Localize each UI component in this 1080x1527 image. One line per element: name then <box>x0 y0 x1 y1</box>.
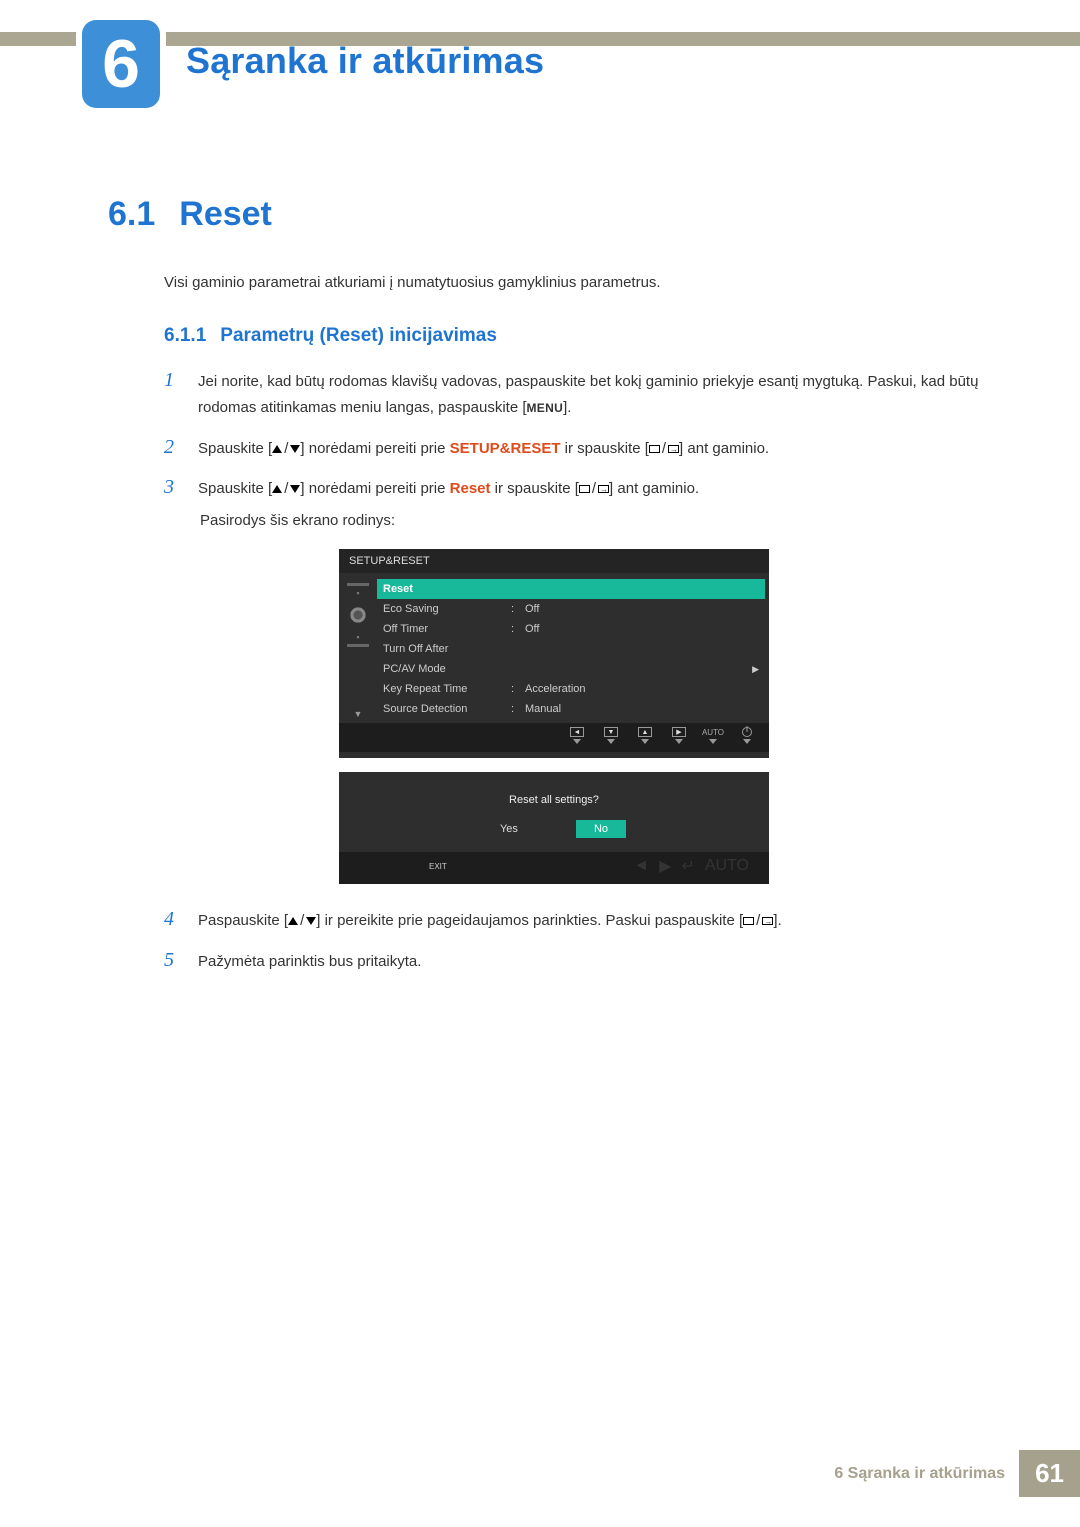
step-4: 4 Paspauskite [ / ] ir pereikite prie pa… <box>164 908 1000 934</box>
section-intro-text: Visi gaminio parametrai atkuriami į numa… <box>164 274 1000 291</box>
confirm-yes: Yes <box>482 820 536 838</box>
step-text: Spauskite [ / ] norėdami pereiti prie Re… <box>198 476 699 502</box>
target-label: SETUP&RESET <box>450 440 561 457</box>
nav-exit: EXIT <box>429 862 447 871</box>
section-heading: 6.1 Reset <box>108 195 1000 234</box>
subsection-number: 6.1.1 <box>164 325 206 347</box>
step-text-part: Jei norite, kad būtų rodomas klavišų vad… <box>198 373 978 416</box>
up-down-icon: / <box>288 908 316 934</box>
step-1: 1 Jei norite, kad būtų rodomas klavišų v… <box>164 369 1000 422</box>
nav-up-icon: ▲ <box>633 727 657 744</box>
step-text: Paspauskite [ / ] ir pereikite prie page… <box>198 908 782 934</box>
chevron-down-icon: ▼ <box>354 709 363 719</box>
chapter-title: Sąranka ir atkūrimas <box>186 40 544 82</box>
step-number: 3 <box>164 476 180 498</box>
osd-row-key-repeat: Key Repeat Time:Acceleration <box>377 679 765 699</box>
step-5: 5 Pažymėta parinktis bus pritaikyta. <box>164 949 1000 975</box>
step-text: Pažymėta parinktis bus pritaikyta. <box>198 949 421 975</box>
footer-page-number: 61 <box>1019 1450 1080 1497</box>
step-number: 5 <box>164 949 180 971</box>
subsection-title: Parametrų (Reset) inicijavimas <box>220 325 497 347</box>
source-enter-icon: / <box>743 908 773 934</box>
step-text-part: ]. <box>773 912 781 929</box>
gear-icon <box>349 606 367 624</box>
step-2: 2 Spauskite [ / ] norėdami pereiti prie … <box>164 436 1000 462</box>
confirm-no: No <box>576 820 626 838</box>
step-text-part: Spauskite [ <box>198 480 272 497</box>
nav-auto: AUTO <box>701 728 725 744</box>
step-text-part: ir spauskite [ <box>561 440 649 457</box>
source-enter-icon: / <box>579 476 609 502</box>
osd-screenshot: SETUP&RESET ▪ ▪ ▼ Reset Eco Saving:Off O… <box>339 549 769 884</box>
up-down-icon: / <box>272 436 300 462</box>
step-text-part: ] ir pereikite prie pageidaujamos parink… <box>316 912 743 929</box>
osd-row-reset: Reset <box>377 579 765 599</box>
step-text: Jei norite, kad būtų rodomas klavišų vad… <box>198 369 1000 422</box>
source-enter-icon: / <box>649 436 679 462</box>
step-text-part: Paspauskite [ <box>198 912 288 929</box>
menu-label: MENU <box>527 401 564 415</box>
nav-down-icon: ▼ <box>599 727 623 744</box>
chevron-right-icon: ▶ <box>752 664 759 675</box>
chapter-number-badge: 6 <box>82 20 160 108</box>
section-title: Reset <box>179 195 272 234</box>
step-text-part: ir spauskite [ <box>491 480 579 497</box>
step-3-followup: Pasirodys šis ekrano rodinys: <box>200 512 1000 529</box>
subsection-heading: 6.1.1 Parametrų (Reset) inicijavimas <box>164 325 1000 347</box>
nav-right-icon: ▶ <box>667 727 691 744</box>
osd-row-source-detection: Source Detection:Manual <box>377 699 765 719</box>
nav-enter-icon: ↵ <box>681 856 694 876</box>
osd-confirm-panel: Reset all settings? Yes No EXIT ◄ ▶ ↵ AU… <box>339 772 769 884</box>
step-number: 1 <box>164 369 180 391</box>
step-text-part: ] ant gaminio. <box>609 480 699 497</box>
nav-right-icon: ▶ <box>659 856 671 876</box>
page-footer: 6 Sąranka ir atkūrimas 61 <box>818 1450 1080 1497</box>
step-number: 2 <box>164 436 180 458</box>
section-number: 6.1 <box>108 195 155 234</box>
confirm-message: Reset all settings? <box>339 772 769 820</box>
osd-nav-bar: ◄ ▼ ▲ ▶ AUTO <box>339 723 769 752</box>
step-number: 4 <box>164 908 180 930</box>
osd-row-eco-saving: Eco Saving:Off <box>377 599 765 619</box>
osd-confirm-nav: EXIT ◄ ▶ ↵ AUTO <box>339 852 769 884</box>
osd-row-pcav-mode: PC/AV Mode▶ <box>377 659 765 679</box>
nav-auto: AUTO <box>705 857 749 875</box>
step-text-part: ] ant gaminio. <box>679 440 769 457</box>
step-text-part: ] norėdami pereiti prie <box>300 440 449 457</box>
nav-left-icon: ◄ <box>565 727 589 744</box>
step-text-part: ] norėdami pereiti prie <box>300 480 449 497</box>
up-down-icon: / <box>272 476 300 502</box>
osd-row-off-timer: Off Timer:Off <box>377 619 765 639</box>
osd-side-icons: ▪ ▪ ▼ <box>343 579 373 719</box>
step-text: Spauskite [ / ] norėdami pereiti prie SE… <box>198 436 769 462</box>
step-text-part: ]. <box>563 399 571 416</box>
step-text-part: Spauskite [ <box>198 440 272 457</box>
footer-chapter-label: 6 Sąranka ir atkūrimas <box>818 1450 1019 1497</box>
target-label: Reset <box>450 480 491 497</box>
osd-menu-list: Reset Eco Saving:Off Off Timer:Off Turn … <box>377 579 765 719</box>
osd-menu-panel: SETUP&RESET ▪ ▪ ▼ Reset Eco Saving:Off O… <box>339 549 769 758</box>
page-content: 6.1 Reset Visi gaminio parametrai atkuri… <box>108 195 1000 989</box>
osd-title: SETUP&RESET <box>339 549 769 573</box>
nav-left-icon: ◄ <box>633 857 649 875</box>
power-icon <box>735 727 759 744</box>
step-3: 3 Spauskite [ / ] norėdami pereiti prie … <box>164 476 1000 502</box>
osd-row-turn-off-after: Turn Off After <box>377 639 765 659</box>
